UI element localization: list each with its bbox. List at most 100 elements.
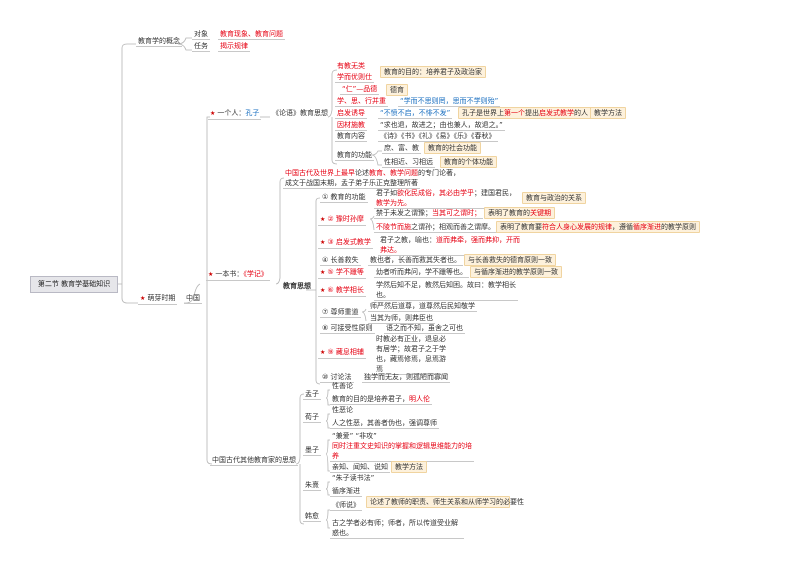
star-icon: ★ — [320, 216, 326, 223]
h-text: 古之学者必有师；师者，所以传道受业解惑也。 — [330, 518, 464, 539]
note-seg: 第一个 — [504, 109, 525, 117]
note-box: 表明了教育要符合人身心发展的规律，遵循循序渐进的教学原则 — [496, 221, 700, 233]
star-icon: ★ — [320, 349, 326, 356]
seg: 表明了教育的 — [488, 209, 530, 217]
node-object[interactable]: 对象 — [192, 29, 210, 40]
seg: 符合人身心发展的规律 — [542, 223, 612, 231]
node-lunyu[interactable]: 《论语》教育思想 — [270, 108, 330, 118]
star-icon: ★ — [140, 295, 146, 302]
quote: “不愤不启，不悱不发” — [378, 109, 453, 119]
node-x-item[interactable]: ★ ⑥ 教学相长 — [318, 285, 366, 297]
node-x-item[interactable]: ④ 长善救失 — [320, 255, 361, 266]
node-others[interactable]: 中国古代其他教育家的思想 — [210, 455, 298, 466]
node-x-item[interactable]: ⑧ 可接受性原则 — [320, 323, 375, 334]
x-text: 性恶论 — [332, 406, 353, 414]
note-box: 教育与政治的关系 — [522, 192, 586, 204]
node-c-item[interactable]: 学而优则仕 — [335, 72, 374, 83]
x-text: 君子如欲化民成俗，其必由学乎；建国君民， 教学为先。 — [374, 188, 518, 209]
seg: 表明了教育要 — [500, 223, 542, 231]
seg: 君子之教，喻也： — [380, 236, 436, 244]
seg: 的教学原则 — [661, 223, 696, 231]
node-hanyu[interactable]: 韩愈 — [303, 511, 321, 522]
node-thought[interactable]: 教育思想 — [281, 281, 313, 291]
sprout-label: 萌芽时期 — [147, 294, 176, 302]
star-icon: ★ — [320, 269, 326, 276]
seg: 循序渐进 — [633, 223, 661, 231]
note-box: 教育的目的：培养君子及政治家 — [380, 66, 486, 78]
note-box: 教学方法 — [391, 461, 427, 473]
node-xueji[interactable]: ★ 一本书：《学记》 — [206, 269, 270, 281]
node-object-value[interactable]: 教育现象、教育问题 — [218, 29, 285, 40]
node-c-item[interactable]: “仁”—品德 — [340, 84, 380, 95]
node-confucius[interactable]: ★ 一个人：孔子 — [208, 108, 262, 120]
note-seg: 的人 — [574, 109, 588, 117]
seg: 当其可之谓时； — [432, 209, 481, 217]
note-box: 教育的社会功能 — [424, 142, 481, 154]
intro-seg: 教育、教学问题 — [369, 169, 418, 177]
node-c-item[interactable]: 因材施教 — [335, 120, 367, 131]
m-text: 性善论 — [332, 382, 353, 390]
quote: 《诗》《书》《礼》《易》《乐》《春秋》 — [378, 132, 498, 142]
seg: ；建国君民， — [474, 189, 516, 197]
item-label: ⑥ 教学相长 — [327, 286, 364, 294]
xueji-prefix: 一本书： — [215, 270, 244, 278]
node-c-item[interactable]: 教育内容 — [335, 131, 367, 142]
item-label: ② 豫时孙摩 — [327, 215, 364, 223]
node-sprout[interactable]: ★ 萌芽时期 — [138, 293, 178, 305]
seg: 欲化民成俗，其必由学乎 — [397, 189, 474, 197]
seg: 不陵节而施 — [376, 223, 411, 231]
item-label: ⑤ 学不躐等 — [327, 268, 364, 276]
node-concept[interactable]: 教育学的概念 — [136, 36, 182, 47]
node-mozi[interactable]: 墨子 — [303, 445, 321, 456]
x-text: 独学而无友，则孤陋而寡闻 — [362, 373, 450, 383]
note-box: 与循序渐进的教学原则一致 — [470, 266, 562, 278]
seg: ，遵循 — [612, 223, 633, 231]
intro-seg: 论述 — [355, 169, 369, 177]
quote: “学而不思则罔，思而不学则殆” — [398, 97, 501, 107]
node-c-item[interactable]: 学、思、行并重 — [335, 96, 388, 107]
mo-text: 亲知、闻知、说知 — [330, 463, 390, 473]
m-text: 教育的目的是培养君子，明人伦 — [330, 394, 432, 405]
node-x-item[interactable]: ★ ② 豫时孙摩 — [318, 214, 366, 226]
note-seg: 孔子是世界上 — [462, 109, 504, 117]
node-c-item[interactable]: 有教无类 — [335, 61, 367, 71]
x-text: 语之而不知，虽舍之可也 — [384, 324, 465, 334]
node-mencius[interactable]: 孟子 — [303, 389, 321, 400]
node-zhuxi[interactable]: 朱熹 — [303, 480, 321, 491]
h-text: 《师说》 — [330, 501, 362, 511]
note-seg: 提出 — [525, 109, 539, 117]
node-x-item[interactable]: ★ ⑨ 藏息相辅 — [318, 347, 366, 359]
note-box: 与长善救失的德育原则一致 — [464, 254, 556, 266]
star-icon: ★ — [320, 239, 326, 246]
node-x-item[interactable]: ★ ③ 启发式教学 — [318, 237, 373, 249]
node-c-item[interactable]: 启发诱导 — [335, 108, 367, 119]
z-text: “朱子读书法” — [332, 474, 375, 482]
seg: 教学为先。 — [376, 199, 411, 207]
note-box: 表明了教育的关键期 — [484, 207, 555, 219]
note-seg: 启发式教学 — [539, 109, 574, 117]
node-task-value[interactable]: 揭示规律 — [218, 41, 250, 52]
star-icon: ★ — [320, 287, 326, 294]
root-node[interactable]: 第二节 教育学基础知识 — [30, 276, 118, 293]
node-task[interactable]: 任务 — [192, 41, 210, 52]
node-xunzi[interactable]: 荀子 — [303, 412, 321, 423]
mind-map-canvas: 第二节 教育学基础知识 教育学的概念 对象 教育现象、教育问题 任务 揭示规律 … — [0, 0, 800, 566]
x-text: 不陵节而施之谓孙；相观而善之谓摩。 — [374, 222, 497, 233]
node-x-item[interactable]: ① 教育的功能 — [320, 192, 368, 203]
node-c-item[interactable]: 教育的功能 — [335, 150, 374, 161]
node-sub[interactable]: 性相近、习相远 — [382, 157, 435, 168]
xueji-intro: 中国古代及世界上最早论述教育、教学问题的专门论著， — [283, 168, 462, 178]
x-text: 幼者听而弗问，学不躐等也。 — [374, 268, 469, 278]
x-text: 君子之教，喻也：道而弗牵，强而弗抑，开而弗达。 — [378, 235, 522, 256]
node-china[interactable]: 中国 — [184, 293, 202, 304]
quote: “求也退，故进之；由也兼人，故退之。” — [378, 121, 505, 131]
node-sub[interactable]: 庶、富、教 — [382, 143, 421, 154]
x-text: 时教必有正业，退息必有居学；故君子之于学也，藏焉修焉，息焉游焉 — [374, 335, 448, 375]
intro-seg: 的专门论著， — [418, 169, 460, 177]
node-x-item[interactable]: ★ ⑤ 学不躐等 — [318, 267, 366, 279]
note-box: 孔子是世界上第一个提出启发式教学的人 — [458, 107, 592, 119]
seg: 君子如 — [376, 189, 397, 197]
node-x-item[interactable]: ⑦ 尊师重道 — [320, 307, 361, 318]
x-text: 禁于未发之谓豫；当其可之谓时； — [374, 208, 483, 219]
x-text: 学然后知不足，教然后知困。故曰：教学相长也。 — [374, 281, 518, 301]
